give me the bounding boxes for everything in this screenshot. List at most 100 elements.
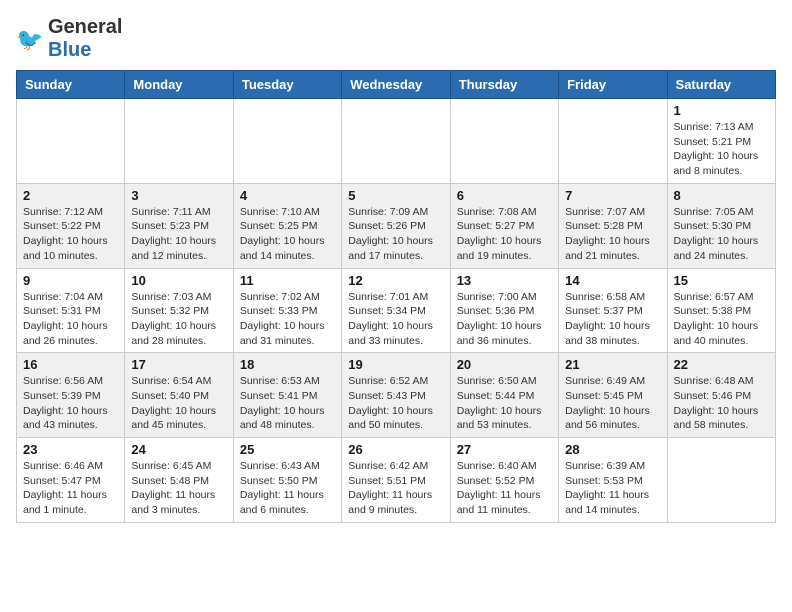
calendar-cell: 2Sunrise: 7:12 AM Sunset: 5:22 PM Daylig… <box>17 183 125 268</box>
calendar-cell: 10 Sunrise: 7:03 AM Sunset: 5:32 PM Dayli… <box>125 268 233 353</box>
day-number: 24 <box>131 442 226 457</box>
day-header-sunday: Sunday <box>17 71 125 99</box>
day-number: 9 <box>23 273 118 288</box>
day-detail: Sunrise: 7:01 AM Sunset: 5:34 PM Dayligh… <box>348 290 443 349</box>
day-detail: Sunrise: 7:10 AM Sunset: 5:25 PM Dayligh… <box>240 205 335 264</box>
calendar-cell: 14 Sunrise: 6:58 AM Sunset: 5:37 PM Dayli… <box>559 268 667 353</box>
calendar-cell: 25 Sunrise: 6:43 AM Sunset: 5:50 PM Dayli… <box>233 438 341 523</box>
day-number: 19 <box>348 357 443 372</box>
calendar-cell <box>667 438 775 523</box>
day-number: 16 <box>23 357 118 372</box>
logo: 🐦 General Blue <box>16 16 122 62</box>
calendar-cell: 15Sunrise: 6:57 AM Sunset: 5:38 PM Dayli… <box>667 268 775 353</box>
day-number: 5 <box>348 188 443 203</box>
day-detail: Sunrise: 6:46 AM Sunset: 5:47 PM Dayligh… <box>23 459 118 518</box>
calendar-cell <box>342 99 450 184</box>
calendar-cell: 5 Sunrise: 7:09 AM Sunset: 5:26 PM Daylig… <box>342 183 450 268</box>
calendar-cell: 19Sunrise: 6:52 AM Sunset: 5:43 PM Dayli… <box>342 353 450 438</box>
calendar-week-row: 2Sunrise: 7:12 AM Sunset: 5:22 PM Daylig… <box>17 183 776 268</box>
calendar-cell: 28 Sunrise: 6:39 AM Sunset: 5:53 PM Dayli… <box>559 438 667 523</box>
calendar-cell: 12 Sunrise: 7:01 AM Sunset: 5:34 PM Dayli… <box>342 268 450 353</box>
calendar-cell: 16 Sunrise: 6:56 AM Sunset: 5:39 PM Dayli… <box>17 353 125 438</box>
svg-text:🐦: 🐦 <box>16 27 43 52</box>
day-header-friday: Friday <box>559 71 667 99</box>
day-number: 17 <box>131 357 226 372</box>
day-detail: Sunrise: 6:53 AM Sunset: 5:41 PM Dayligh… <box>240 374 335 433</box>
calendar-cell: 9 Sunrise: 7:04 AM Sunset: 5:31 PM Daylig… <box>17 268 125 353</box>
calendar-cell: 4 Sunrise: 7:10 AM Sunset: 5:25 PM Daylig… <box>233 183 341 268</box>
calendar-cell: 20 Sunrise: 6:50 AM Sunset: 5:44 PM Dayli… <box>450 353 558 438</box>
day-detail: Sunrise: 6:43 AM Sunset: 5:50 PM Dayligh… <box>240 459 335 518</box>
day-number: 18 <box>240 357 335 372</box>
day-number: 12 <box>348 273 443 288</box>
day-detail: Sunrise: 7:13 AM Sunset: 5:21 PM Dayligh… <box>674 120 769 179</box>
day-detail: Sunrise: 6:39 AM Sunset: 5:53 PM Dayligh… <box>565 459 660 518</box>
day-detail: Sunrise: 7:04 AM Sunset: 5:31 PM Dayligh… <box>23 290 118 349</box>
calendar-cell <box>17 99 125 184</box>
day-detail: Sunrise: 6:42 AM Sunset: 5:51 PM Dayligh… <box>348 459 443 518</box>
day-header-monday: Monday <box>125 71 233 99</box>
day-number: 11 <box>240 273 335 288</box>
day-number: 8 <box>674 188 769 203</box>
day-header-wednesday: Wednesday <box>342 71 450 99</box>
page-header: 🐦 General Blue <box>16 16 776 62</box>
day-detail: Sunrise: 6:56 AM Sunset: 5:39 PM Dayligh… <box>23 374 118 433</box>
calendar-cell: 18 Sunrise: 6:53 AM Sunset: 5:41 PM Dayli… <box>233 353 341 438</box>
day-number: 23 <box>23 442 118 457</box>
day-detail: Sunrise: 6:40 AM Sunset: 5:52 PM Dayligh… <box>457 459 552 518</box>
day-number: 28 <box>565 442 660 457</box>
day-detail: Sunrise: 7:05 AM Sunset: 5:30 PM Dayligh… <box>674 205 769 264</box>
day-detail: Sunrise: 7:00 AM Sunset: 5:36 PM Dayligh… <box>457 290 552 349</box>
day-detail: Sunrise: 7:11 AM Sunset: 5:23 PM Dayligh… <box>131 205 226 264</box>
calendar-cell: 6 Sunrise: 7:08 AM Sunset: 5:27 PM Daylig… <box>450 183 558 268</box>
calendar-cell: 24 Sunrise: 6:45 AM Sunset: 5:48 PM Dayli… <box>125 438 233 523</box>
day-number: 13 <box>457 273 552 288</box>
calendar-cell: 1 Sunrise: 7:13 AM Sunset: 5:21 PM Daylig… <box>667 99 775 184</box>
calendar-cell <box>125 99 233 184</box>
day-number: 21 <box>565 357 660 372</box>
day-detail: Sunrise: 7:03 AM Sunset: 5:32 PM Dayligh… <box>131 290 226 349</box>
logo-blue: Blue <box>48 39 91 61</box>
calendar-cell: 11 Sunrise: 7:02 AM Sunset: 5:33 PM Dayli… <box>233 268 341 353</box>
day-detail: Sunrise: 6:49 AM Sunset: 5:45 PM Dayligh… <box>565 374 660 433</box>
day-detail: Sunrise: 6:58 AM Sunset: 5:37 PM Dayligh… <box>565 290 660 349</box>
day-number: 10 <box>131 273 226 288</box>
calendar-week-row: 23 Sunrise: 6:46 AM Sunset: 5:47 PM Dayli… <box>17 438 776 523</box>
day-number: 6 <box>457 188 552 203</box>
day-detail: Sunrise: 7:09 AM Sunset: 5:26 PM Dayligh… <box>348 205 443 264</box>
calendar-cell: 17 Sunrise: 6:54 AM Sunset: 5:40 PM Dayli… <box>125 353 233 438</box>
calendar-week-row: 9 Sunrise: 7:04 AM Sunset: 5:31 PM Daylig… <box>17 268 776 353</box>
calendar-cell: 27Sunrise: 6:40 AM Sunset: 5:52 PM Dayli… <box>450 438 558 523</box>
logo-bird-icon: 🐦 <box>16 25 44 53</box>
day-detail: Sunrise: 6:50 AM Sunset: 5:44 PM Dayligh… <box>457 374 552 433</box>
day-number: 20 <box>457 357 552 372</box>
calendar-cell: 22Sunrise: 6:48 AM Sunset: 5:46 PM Dayli… <box>667 353 775 438</box>
day-detail: Sunrise: 6:48 AM Sunset: 5:46 PM Dayligh… <box>674 374 769 433</box>
day-detail: Sunrise: 7:08 AM Sunset: 5:27 PM Dayligh… <box>457 205 552 264</box>
calendar-cell <box>559 99 667 184</box>
day-number: 4 <box>240 188 335 203</box>
calendar-cell <box>450 99 558 184</box>
day-number: 25 <box>240 442 335 457</box>
day-number: 26 <box>348 442 443 457</box>
calendar-cell: 7Sunrise: 7:07 AM Sunset: 5:28 PM Daylig… <box>559 183 667 268</box>
day-number: 15 <box>674 273 769 288</box>
day-header-saturday: Saturday <box>667 71 775 99</box>
day-detail: Sunrise: 6:45 AM Sunset: 5:48 PM Dayligh… <box>131 459 226 518</box>
calendar-week-row: 16 Sunrise: 6:56 AM Sunset: 5:39 PM Dayli… <box>17 353 776 438</box>
logo-general: General <box>48 16 122 38</box>
day-number: 2 <box>23 188 118 203</box>
day-detail: Sunrise: 7:07 AM Sunset: 5:28 PM Dayligh… <box>565 205 660 264</box>
calendar-week-row: 1 Sunrise: 7:13 AM Sunset: 5:21 PM Daylig… <box>17 99 776 184</box>
calendar-cell: 3 Sunrise: 7:11 AM Sunset: 5:23 PM Daylig… <box>125 183 233 268</box>
day-detail: Sunrise: 7:02 AM Sunset: 5:33 PM Dayligh… <box>240 290 335 349</box>
day-detail: Sunrise: 6:54 AM Sunset: 5:40 PM Dayligh… <box>131 374 226 433</box>
day-number: 14 <box>565 273 660 288</box>
day-number: 3 <box>131 188 226 203</box>
day-number: 1 <box>674 103 769 118</box>
day-header-tuesday: Tuesday <box>233 71 341 99</box>
calendar-cell: 8 Sunrise: 7:05 AM Sunset: 5:30 PM Daylig… <box>667 183 775 268</box>
calendar-table: SundayMondayTuesdayWednesdayThursdayFrid… <box>16 70 776 523</box>
calendar-cell: 21 Sunrise: 6:49 AM Sunset: 5:45 PM Dayli… <box>559 353 667 438</box>
day-header-thursday: Thursday <box>450 71 558 99</box>
